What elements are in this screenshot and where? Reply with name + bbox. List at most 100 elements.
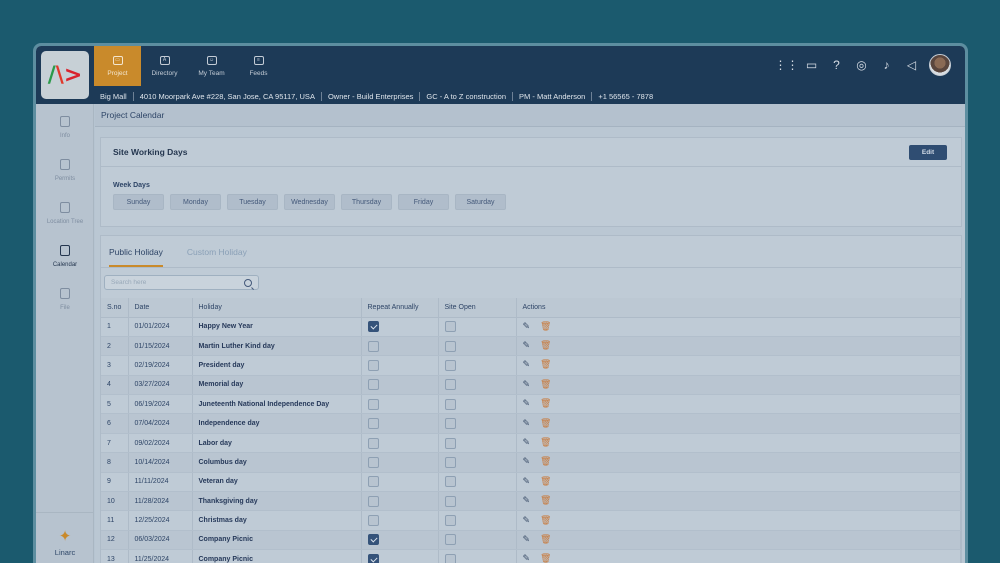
- day-chip-thursday[interactable]: Thursday: [341, 194, 392, 210]
- repeat-annually-checkbox[interactable]: [367, 553, 379, 563]
- table-row: 1 01/01/2024 Happy New Year ✎ 🗑: [101, 317, 961, 337]
- chat-icon[interactable]: ▭: [804, 58, 819, 73]
- delete-trash-icon[interactable]: 🗑: [540, 535, 551, 545]
- repeat-annually-checkbox[interactable]: [367, 495, 379, 507]
- avatar[interactable]: [929, 54, 951, 76]
- edit-pencil-icon[interactable]: ✎: [523, 438, 531, 448]
- day-chip-monday[interactable]: Monday: [170, 194, 221, 210]
- sidebar-item-info[interactable]: Info: [36, 116, 94, 139]
- nav-item-my-team[interactable]: ☺ My Team: [188, 46, 235, 86]
- megaphone-icon[interactable]: ◁: [904, 58, 919, 73]
- sidebar-item-permits[interactable]: Permits: [36, 159, 94, 182]
- nav-item-feeds[interactable]: ≡ Feeds: [235, 46, 282, 86]
- delete-trash-icon[interactable]: 🗑: [540, 360, 551, 370]
- delete-trash-icon[interactable]: 🗑: [540, 554, 551, 563]
- repeat-annually-checkbox[interactable]: [367, 534, 379, 546]
- site-open-checkbox[interactable]: [444, 340, 456, 352]
- holiday-name-cell: Labor day: [192, 433, 362, 454]
- table-row: 8 10/14/2024 Columbus day ✎ 🗑: [101, 452, 961, 473]
- edit-pencil-icon[interactable]: ✎: [523, 535, 531, 545]
- holiday-card: Public Holiday Custom Holiday S.noDateHol…: [100, 235, 962, 563]
- repeat-annually-checkbox[interactable]: [367, 476, 379, 488]
- repeat-annually-checkbox[interactable]: [367, 456, 379, 468]
- delete-trash-icon[interactable]: 🗑: [540, 341, 551, 351]
- site-open-checkbox[interactable]: [444, 495, 456, 507]
- day-chip-wednesday[interactable]: Wednesday: [284, 194, 335, 210]
- repeat-annually-checkbox[interactable]: [367, 321, 379, 333]
- repeat-annually-checkbox[interactable]: [367, 418, 379, 430]
- delete-trash-icon[interactable]: 🗑: [540, 516, 551, 526]
- help-icon[interactable]: ?: [829, 58, 844, 73]
- apps-grid-icon[interactable]: ⋮⋮: [775, 58, 799, 73]
- edit-pencil-icon[interactable]: ✎: [523, 457, 531, 467]
- actions-cell: ✎ 🗑: [516, 375, 961, 396]
- edit-pencil-icon[interactable]: ✎: [523, 399, 531, 409]
- nav-item-project[interactable]: ▭ Project: [94, 46, 141, 86]
- edit-button[interactable]: Edit: [909, 144, 947, 160]
- day-chip-friday[interactable]: Friday: [398, 194, 449, 210]
- edit-pencil-icon[interactable]: ✎: [523, 496, 531, 506]
- repeat-annually-checkbox[interactable]: [367, 340, 379, 352]
- sidebar-item-label: Calendar: [52, 262, 78, 268]
- site-open-checkbox[interactable]: [444, 398, 456, 410]
- search-icon[interactable]: [244, 279, 252, 287]
- day-chip-sunday[interactable]: Sunday: [113, 194, 164, 210]
- actions-cell: ✎ 🗑: [516, 491, 961, 512]
- actions-cell: ✎ 🗑: [516, 549, 961, 563]
- column-header: S.no: [101, 298, 129, 318]
- delete-trash-icon[interactable]: 🗑: [540, 438, 551, 448]
- edit-pencil-icon[interactable]: ✎: [523, 419, 531, 429]
- table-row: 12 06/03/2024 Company Picnic ✎ 🗑: [101, 530, 961, 551]
- delete-trash-icon[interactable]: 🗑: [540, 380, 551, 390]
- site-open-checkbox[interactable]: [444, 456, 456, 468]
- day-chip-tuesday[interactable]: Tuesday: [227, 194, 278, 210]
- support-icon[interactable]: ◎: [854, 58, 869, 73]
- project-logo[interactable]: /\>: [41, 51, 89, 99]
- repeat-annually-checkbox[interactable]: [367, 515, 379, 527]
- site-open-cell: [438, 549, 517, 563]
- holiday-name-cell: President day: [192, 355, 362, 376]
- bell-icon[interactable]: ♪: [879, 58, 894, 73]
- edit-pencil-icon[interactable]: ✎: [523, 554, 531, 563]
- sno-cell: 5: [101, 394, 129, 415]
- sidebar-item-location-tree[interactable]: Location Tree: [36, 202, 94, 225]
- edit-pencil-icon[interactable]: ✎: [523, 360, 531, 370]
- day-chip-saturday[interactable]: Saturday: [455, 194, 506, 210]
- tab-public-holiday[interactable]: Public Holiday: [109, 247, 163, 267]
- table-row: 10 11/28/2024 Thanksgiving day ✎ 🗑: [101, 491, 961, 512]
- edit-pencil-icon[interactable]: ✎: [523, 516, 531, 526]
- actions-cell: ✎ 🗑: [516, 510, 961, 531]
- repeat-annually-checkbox[interactable]: [367, 379, 379, 391]
- delete-trash-icon[interactable]: 🗑: [540, 399, 551, 409]
- edit-pencil-icon[interactable]: ✎: [523, 341, 531, 351]
- site-open-checkbox[interactable]: [444, 437, 456, 449]
- sidebar-item-calendar[interactable]: Calendar: [36, 245, 94, 268]
- repeat-annually-checkbox[interactable]: [367, 359, 379, 371]
- delete-trash-icon[interactable]: 🗑: [540, 477, 551, 487]
- repeat-annually-checkbox[interactable]: [367, 437, 379, 449]
- repeat-annually-checkbox[interactable]: [367, 398, 379, 410]
- search-input[interactable]: [111, 279, 236, 286]
- site-open-checkbox[interactable]: [444, 379, 456, 391]
- site-open-checkbox[interactable]: [444, 534, 456, 546]
- edit-pencil-icon[interactable]: ✎: [523, 380, 531, 390]
- site-open-checkbox[interactable]: [444, 515, 456, 527]
- edit-pencil-icon[interactable]: ✎: [523, 477, 531, 487]
- sno-cell: 8: [101, 452, 129, 473]
- holiday-table: S.no Date Holiday Repeat Annually Site Open A…: [101, 298, 961, 563]
- delete-trash-icon[interactable]: 🗑: [540, 496, 551, 506]
- table-row: 13 11/25/2024 Company Picnic ✎ 🗑: [101, 549, 961, 563]
- delete-trash-icon[interactable]: 🗑: [540, 322, 551, 332]
- sidebar-item-file[interactable]: File: [36, 288, 94, 311]
- delete-trash-icon[interactable]: 🗑: [540, 419, 551, 429]
- edit-pencil-icon[interactable]: ✎: [523, 322, 531, 332]
- repeat-annually-cell: [361, 394, 439, 415]
- nav-item-directory[interactable]: A Directory: [141, 46, 188, 86]
- site-open-checkbox[interactable]: [444, 476, 456, 488]
- site-open-checkbox[interactable]: [444, 359, 456, 371]
- site-open-checkbox[interactable]: [444, 418, 456, 430]
- site-open-checkbox[interactable]: [444, 553, 456, 563]
- tab-custom-holiday[interactable]: Custom Holiday: [187, 247, 247, 267]
- site-open-checkbox[interactable]: [444, 321, 456, 333]
- delete-trash-icon[interactable]: 🗑: [540, 457, 551, 467]
